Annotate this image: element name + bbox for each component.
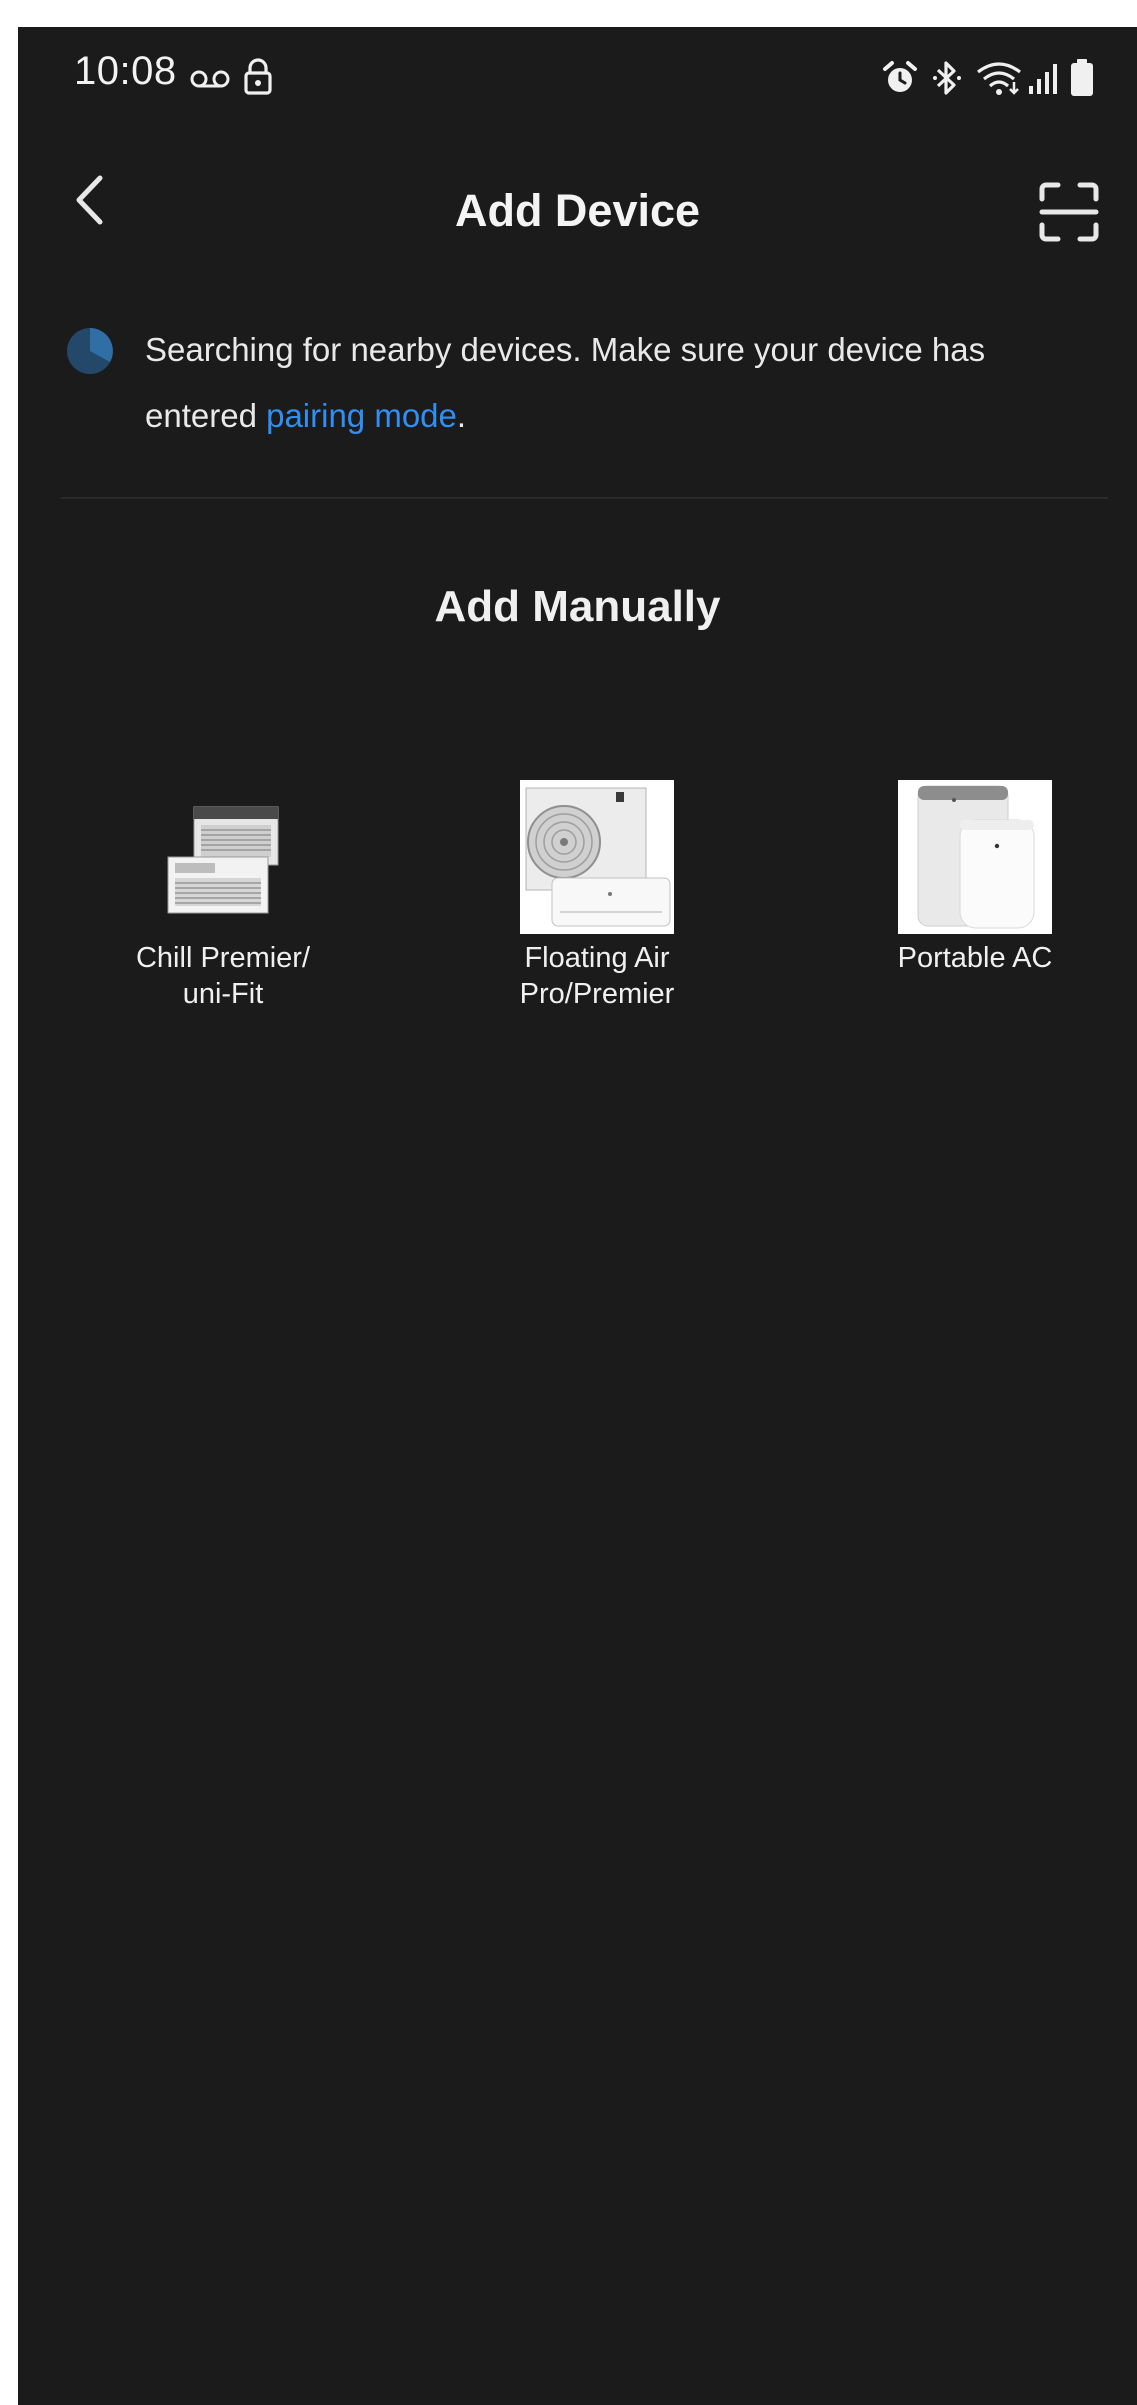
pairing-mode-link[interactable]: pairing mode: [266, 397, 457, 434]
search-notice: Searching for nearby devices. Make sure …: [18, 297, 1137, 467]
device-label: Portable AC: [897, 942, 1053, 974]
search-notice-text: Searching for nearby devices. Make sure …: [145, 317, 1075, 449]
scan-icon: [1039, 182, 1099, 242]
status-time: 10:08: [74, 49, 177, 93]
portable-ac-image: [898, 780, 1052, 934]
device-label: Floating Air Pro/Premier: [519, 942, 675, 1010]
mini-split-image: [520, 780, 674, 934]
alarm-icon: [883, 61, 917, 92]
lock-icon: [244, 58, 272, 95]
bluetooth-icon: [933, 61, 961, 95]
divider: [61, 497, 1108, 499]
device-option-chill-premier[interactable]: Chill Premier/ uni-Fit: [73, 780, 373, 1012]
window-ac-image: [146, 780, 300, 934]
voicemail-icon: [190, 70, 230, 88]
device-option-floating-air[interactable]: Floating Air Pro/Premier: [447, 780, 747, 1012]
app-screen: 10:08 Add Device Searching for nearby de…: [18, 27, 1137, 2405]
page-title: Add Device: [454, 185, 701, 236]
loading-spinner-icon: [67, 328, 113, 374]
signal-icon: [1029, 64, 1057, 94]
device-option-portable-ac[interactable]: Portable AC: [825, 780, 1125, 976]
wifi-icon: [977, 62, 1021, 95]
status-bar: 10:08: [18, 27, 1137, 127]
battery-icon: [1071, 59, 1093, 96]
add-manually-title: Add Manually: [434, 582, 721, 631]
device-label: Chill Premier/ uni-Fit: [135, 942, 311, 1010]
search-notice-end: .: [456, 397, 467, 434]
scan-button[interactable]: [1038, 181, 1100, 243]
header-bar: Add Device: [18, 147, 1137, 277]
